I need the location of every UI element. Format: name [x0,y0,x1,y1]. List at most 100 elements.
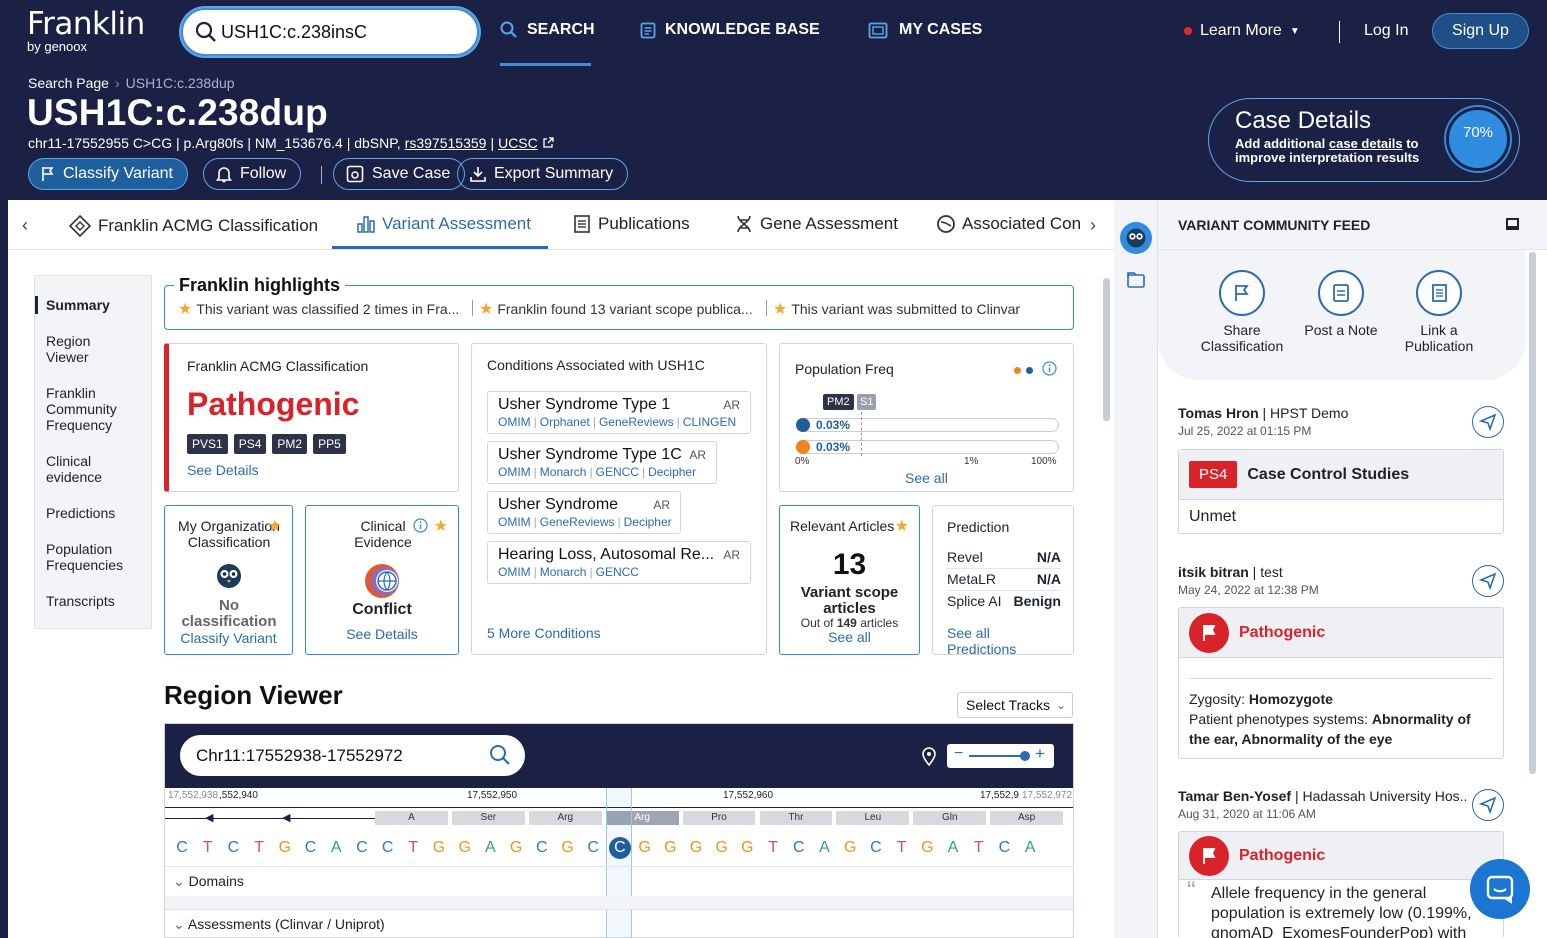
case-details-widget[interactable]: Case Details Add additional case details… [1208,98,1520,182]
condition-link[interactable]: Decipher [648,465,696,479]
select-tracks-dropdown[interactable]: Select Tracks ⌄ [957,692,1073,718]
flag-icon [42,167,54,181]
condition-link[interactable]: GeneReviews [599,415,674,429]
caret-down-icon: ▼ [1289,25,1300,37]
zoom-in-icon[interactable]: + [1035,744,1045,764]
acmg-see-details-link[interactable]: See Details [187,462,259,478]
highlight-item[interactable]: ★ This variant was submitted to Clinvar [773,299,1020,319]
follow-button[interactable]: Follow [203,158,302,190]
domains-section[interactable]: ⌄ Domains [165,866,1073,896]
send-icon[interactable] [1472,565,1504,597]
chat-button[interactable] [1470,859,1530,919]
assessments-section[interactable]: ⌄ Assessments (Clinvar / Uniprot) [165,909,1073,938]
condition-link[interactable]: OMIM [498,465,531,479]
condition-link[interactable]: OMIM [498,415,531,429]
location-pin-icon[interactable] [921,746,937,771]
classify-variant-button[interactable]: Classify Variant [28,158,188,190]
link-publication-action[interactable]: Link a Publication [1389,270,1489,354]
send-icon[interactable] [1472,406,1504,438]
condition-link[interactable]: OMIM [498,515,531,529]
highlight-item[interactable]: ★ Franklin found 13 variant scope publica… [479,299,753,319]
condition-item[interactable]: Hearing Loss, Autosomal Re... AR OMIM | Mon… [487,541,751,584]
active-section-indicator [35,296,38,314]
signup-button[interactable]: Sign Up [1432,13,1529,49]
feed-scrollbar[interactable] [1529,252,1536,774]
section-nav-predictions[interactable]: Predictions [46,505,115,521]
prediction-see-all[interactable]: See all Predictions [947,625,1037,657]
condition-link[interactable]: Decipher [624,515,672,529]
tab-associated-conditions[interactable]: Associated Conditions [936,214,1080,234]
tab-variant-assessment[interactable]: Variant Assessment [356,214,531,234]
location-input[interactable] [196,745,476,767]
more-conditions-link[interactable]: 5 More Conditions [487,625,601,641]
acmg-tag[interactable]: PM2 [272,434,308,454]
breadcrumb-root[interactable]: Search Page [28,75,109,91]
condition-item[interactable]: Usher Syndrome Type 1 AR OMIM | Orphanet | Ge… [487,391,751,434]
tabs-next-arrow[interactable]: › [1090,215,1096,236]
case-details-link[interactable]: case details [1329,136,1403,151]
acmg-tag[interactable]: PVS1 [187,434,228,454]
main-scrollbar[interactable] [1103,278,1110,421]
save-case-button[interactable]: Save Case [333,158,466,190]
send-icon[interactable] [1472,789,1504,821]
articles-see-all[interactable]: See all [780,629,919,645]
condition-link[interactable]: GENCC [596,565,639,579]
region-viewer-title: Region Viewer [164,680,343,710]
condition-link[interactable]: Monarch [540,465,587,479]
condition-item[interactable]: Usher Syndrome AR OMIM | GeneReviews | Deciph… [487,491,681,534]
section-nav-transcripts[interactable]: Transcripts [46,593,115,609]
criteria-badge: S1 [857,394,877,410]
login-link[interactable]: Log In [1364,22,1408,40]
zoom-handle[interactable] [1020,751,1030,761]
nav-search[interactable]: SEARCH [500,21,595,39]
condition-link[interactable]: CLINGEN [683,415,736,429]
section-nav-region-viewer[interactable]: Region Viewer [46,333,126,365]
search-box[interactable] [181,8,479,56]
folder-icon[interactable] [1126,271,1146,294]
share-classification-action[interactable]: Share Classification [1192,270,1292,354]
highlight-item[interactable]: ★ This variant was classified 2 times in … [178,299,459,319]
search-input[interactable] [221,19,461,45]
condition-link[interactable]: Orphanet [540,415,590,429]
condition-link[interactable]: GeneReviews [540,515,615,529]
pop-freq-see-all[interactable]: See all [905,470,948,486]
my-org-classify-link[interactable]: Classify Variant [165,630,292,646]
clinical-see-details-link[interactable]: See Details [306,626,458,642]
info-icon[interactable] [1042,361,1057,381]
logo-subtitle: by genoox [27,39,87,54]
condition-link[interactable]: GENCC [596,465,639,479]
tab-publications[interactable]: Publications [572,214,690,234]
tab-franklin-acmg[interactable]: Franklin ACMG Classification [68,214,318,238]
nucleotide: T [973,839,984,856]
nucleotide: G [689,839,703,856]
minimize-icon[interactable] [1506,218,1519,230]
section-nav-community-frequency[interactable]: Franklin Community Frequency [46,385,136,433]
post-note-action[interactable]: Post a Note [1291,270,1391,338]
section-nav-population-frequencies[interactable]: Population Frequencies [46,541,136,573]
dbsnp-link[interactable]: rs397515359 [405,135,487,151]
acmg-tag[interactable]: PP5 [313,434,346,454]
domains-track [165,896,1073,910]
zoom-out-icon[interactable]: − [954,745,963,763]
location-box[interactable] [180,735,525,776]
section-nav-clinical-evidence[interactable]: Clinical evidence [46,453,126,485]
info-icon[interactable] [413,518,428,538]
condition-link[interactable]: Monarch [540,565,587,579]
acmg-tag[interactable]: PS4 [233,434,267,454]
nav-my-cases[interactable]: MY CASES [868,21,982,39]
tabs-prev-arrow[interactable]: ‹ [22,215,28,236]
ucsc-link[interactable]: UCSC [498,135,538,151]
zoom-slider[interactable]: − + [947,744,1054,768]
condition-item[interactable]: Usher Syndrome Type 1C AR OMIM | Monarch | GE… [487,441,717,484]
nav-knowledge-base[interactable]: KNOWLEDGE BASE [640,21,820,39]
search-icon[interactable] [489,744,511,771]
section-nav-summary[interactable]: Summary [46,297,110,313]
community-feed-icon[interactable] [1120,222,1152,254]
classify-label: Classify Variant [63,165,173,182]
condition-link[interactable]: OMIM [498,565,531,579]
export-summary-button[interactable]: Export Summary [457,158,629,190]
franklin-logo[interactable]: Franklin [27,6,145,42]
prediction-card: Prediction Revel N/A MetaLR N/A Splice AI B… [932,505,1074,657]
tab-gene-assessment[interactable]: Gene Assessment [734,214,898,234]
learn-more-dropdown[interactable]: Learn More ▼ [1184,22,1300,40]
